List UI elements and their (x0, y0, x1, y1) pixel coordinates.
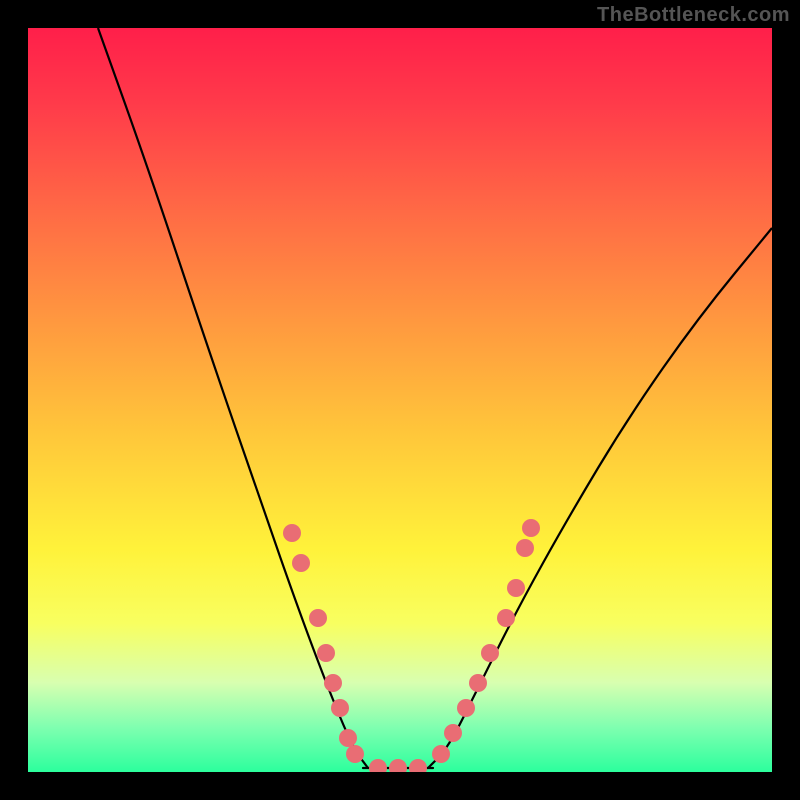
data-dot (432, 745, 450, 763)
data-dot (369, 759, 387, 772)
data-dot (457, 699, 475, 717)
data-dot (292, 554, 310, 572)
bottleneck-curve-svg (28, 28, 772, 772)
data-dot (481, 644, 499, 662)
data-dot (444, 724, 462, 742)
watermark-text: TheBottleneck.com (597, 4, 790, 27)
chart-frame: TheBottleneck.com (0, 0, 800, 800)
data-dot (389, 759, 407, 772)
data-dot (497, 609, 515, 627)
data-dot (516, 539, 534, 557)
data-dot (507, 579, 525, 597)
data-dot (469, 674, 487, 692)
data-dot (283, 524, 301, 542)
data-dot (331, 699, 349, 717)
data-dots (283, 519, 540, 772)
data-dot (409, 759, 427, 772)
data-dot (309, 609, 327, 627)
plot-area (28, 28, 772, 772)
data-dot (317, 644, 335, 662)
data-dot (324, 674, 342, 692)
data-dot (346, 745, 364, 763)
data-dot (339, 729, 357, 747)
data-dot (522, 519, 540, 537)
